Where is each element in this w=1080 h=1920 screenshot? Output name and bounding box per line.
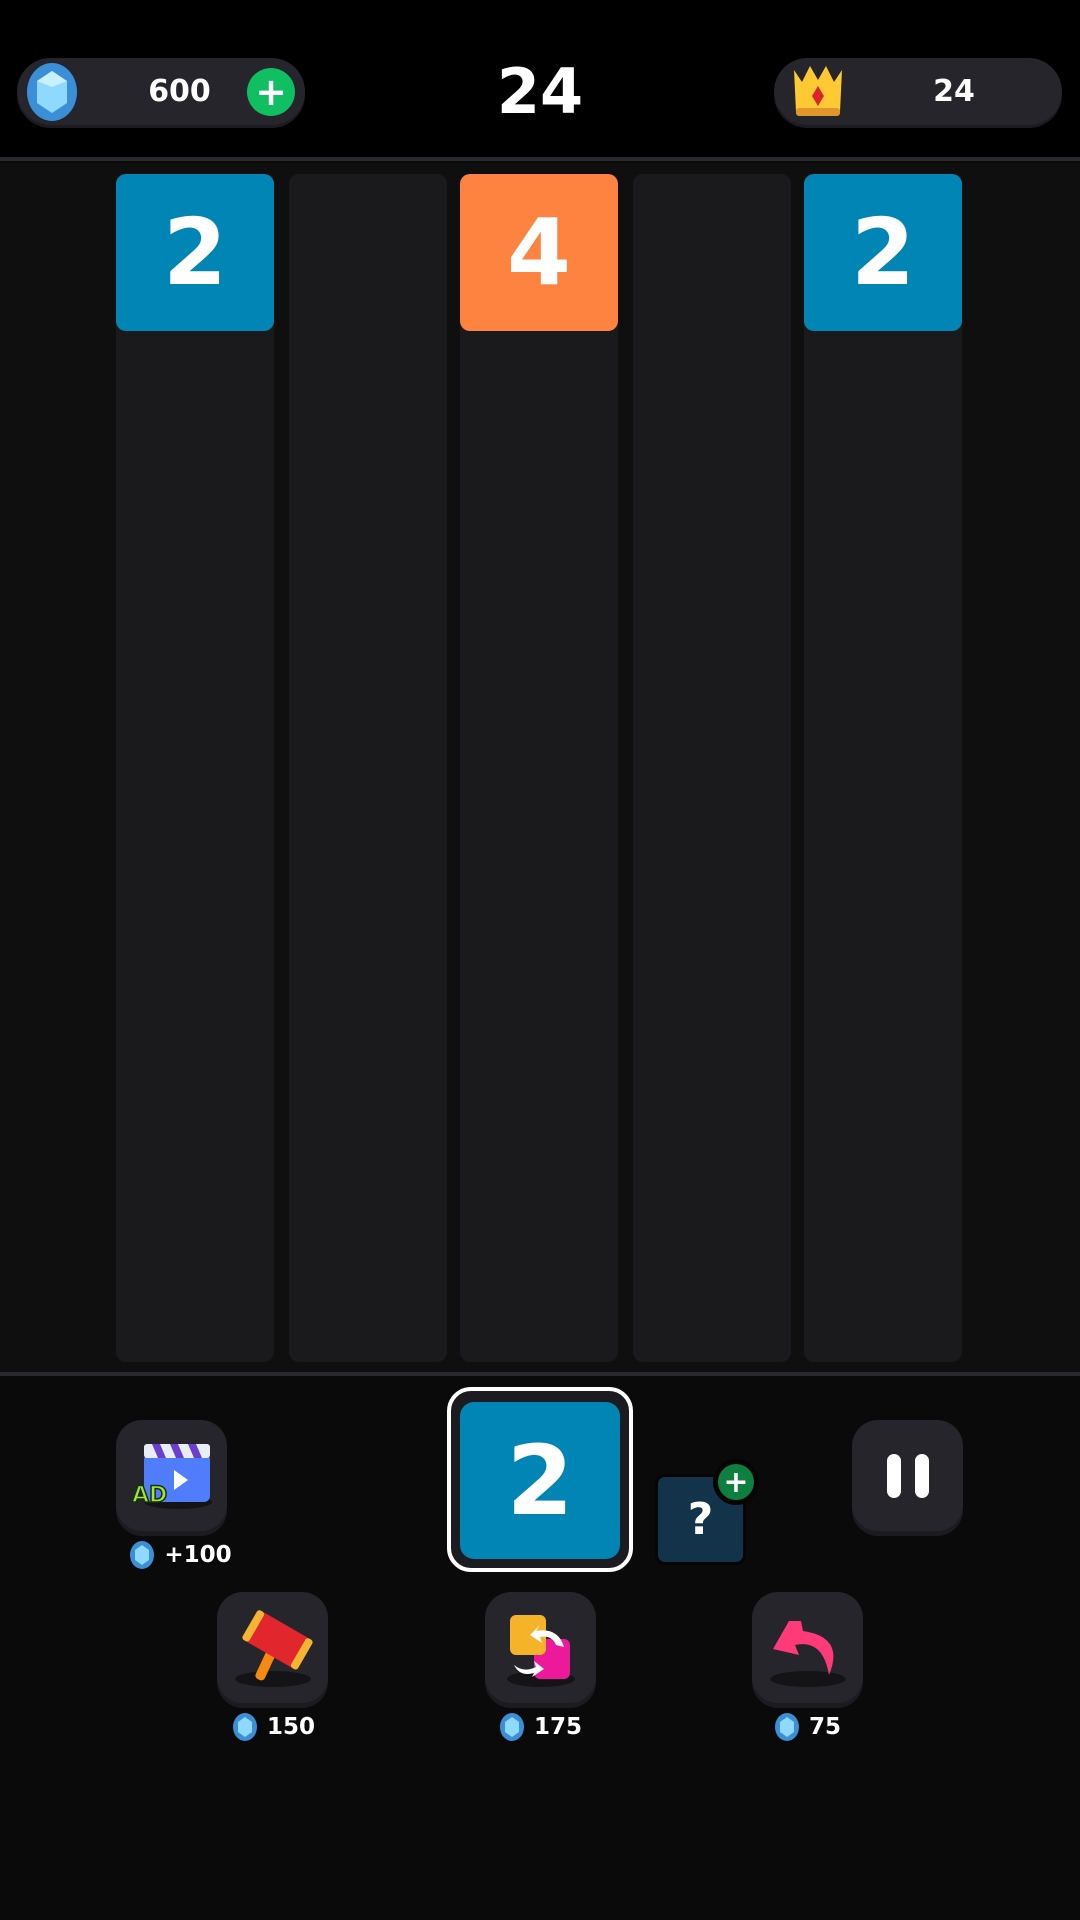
video-ad-icon: AD <box>131 1443 212 1509</box>
column-2[interactable] <box>289 174 447 1362</box>
tile: 4 <box>460 174 618 331</box>
crown-icon <box>794 66 842 116</box>
swap-cost-value: 175 <box>533 1714 582 1740</box>
watch-ad-button[interactable]: AD <box>116 1420 227 1531</box>
ad-reward-amount: +100 <box>164 1542 232 1568</box>
gem-icon <box>130 1541 155 1569</box>
svg-text:AD: AD <box>132 1483 167 1508</box>
best-score: 24 <box>774 58 1062 125</box>
add-gems-button[interactable]: + <box>247 68 295 116</box>
column-4[interactable] <box>633 174 791 1362</box>
top-bar: 600 + 24 24 <box>0 0 1080 159</box>
plus-icon: + <box>723 1464 749 1500</box>
gem-icon <box>232 1713 257 1741</box>
current-tile-frame: 2 <box>447 1387 633 1572</box>
gem-count: 600 <box>148 74 211 109</box>
swap-cost: 175 <box>460 1712 620 1742</box>
gem-icon <box>499 1713 524 1741</box>
undo-powerup-button[interactable] <box>752 1592 863 1703</box>
hammer-cost: 150 <box>193 1712 353 1742</box>
column-5[interactable]: 2 <box>804 174 962 1362</box>
column-3[interactable]: 4 <box>460 174 618 1362</box>
plus-icon: + <box>255 70 287 114</box>
current-tile[interactable]: 2 <box>460 1402 620 1559</box>
hammer-powerup-button[interactable] <box>217 1592 328 1703</box>
gem-icon <box>774 1713 799 1741</box>
swap-icon <box>506 1614 575 1687</box>
pause-icon <box>914 1453 929 1498</box>
column-1[interactable]: 2 <box>116 174 274 1362</box>
pause-icon <box>886 1453 901 1498</box>
undo-cost-value: 75 <box>808 1714 841 1740</box>
undo-cost: 75 <box>727 1712 887 1742</box>
tile: 2 <box>116 174 274 331</box>
top-divider <box>0 157 1080 161</box>
gem-counter: 600 + <box>17 58 305 125</box>
swap-powerup-button[interactable] <box>485 1592 596 1703</box>
bottom-divider <box>0 1372 1080 1376</box>
pause-button[interactable] <box>852 1420 963 1531</box>
hammer-icon <box>234 1609 313 1687</box>
tile: 2 <box>804 174 962 331</box>
unlock-next-button[interactable]: + <box>713 1459 759 1505</box>
current-score: 24 <box>496 55 584 128</box>
gem-icon <box>27 63 77 121</box>
ad-reward: +100 <box>100 1540 260 1570</box>
undo-icon <box>769 1620 846 1687</box>
best-score-value: 24 <box>933 74 975 109</box>
hammer-cost-value: 150 <box>266 1714 315 1740</box>
